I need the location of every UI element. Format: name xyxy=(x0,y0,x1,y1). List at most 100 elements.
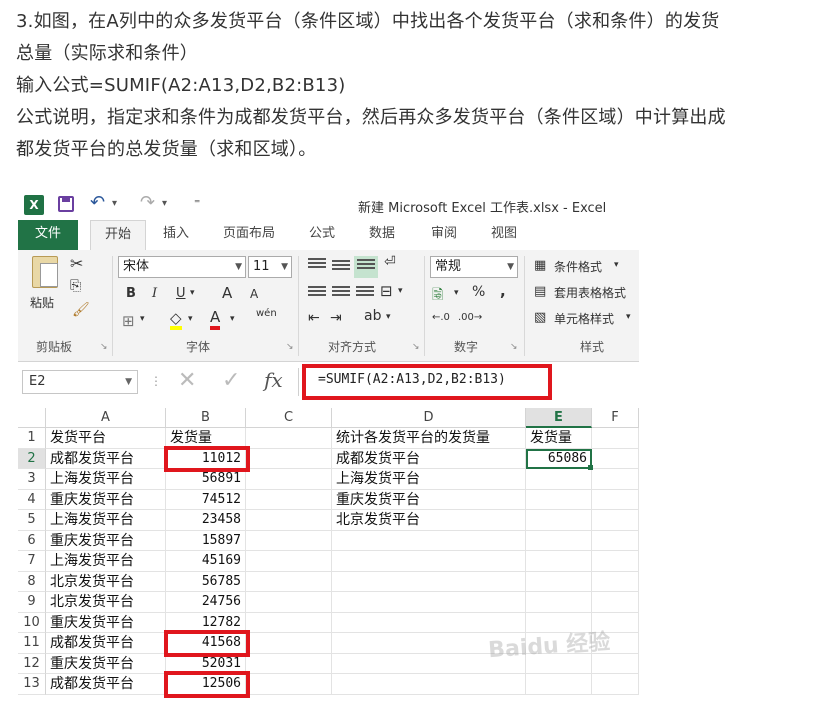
cell-c8[interactable] xyxy=(246,571,332,592)
tab-page-layout[interactable]: 页面布局 xyxy=(214,220,284,250)
cell-a5[interactable]: 上海发货平台 xyxy=(46,510,166,531)
cell-d6[interactable] xyxy=(332,530,526,551)
cell-a13[interactable]: 成都发货平台 xyxy=(46,674,166,695)
column-header-c[interactable]: C xyxy=(246,408,332,428)
cell-e9[interactable] xyxy=(526,592,592,613)
chevron-down-icon[interactable]: ▾ xyxy=(190,288,195,298)
cell-d8[interactable] xyxy=(332,571,526,592)
cell-f1[interactable] xyxy=(592,428,639,449)
cell-a9[interactable]: 北京发货平台 xyxy=(46,592,166,613)
cell-a4[interactable]: 重庆发货平台 xyxy=(46,489,166,510)
phonetic-icon[interactable]: wén xyxy=(256,308,277,319)
font-name-select[interactable]: 宋体 ▼ xyxy=(118,256,246,278)
cell-e13[interactable] xyxy=(526,674,592,695)
row-header[interactable]: 1 xyxy=(18,428,46,449)
chevron-down-icon[interactable]: ▾ xyxy=(230,314,235,324)
cell-e5[interactable] xyxy=(526,510,592,531)
row-header[interactable]: 2 xyxy=(18,448,46,469)
tab-home[interactable]: 开始 xyxy=(90,220,146,250)
cell-c7[interactable] xyxy=(246,551,332,572)
tab-review[interactable]: 审阅 xyxy=(422,220,466,250)
cell-d7[interactable] xyxy=(332,551,526,572)
align-left-icon[interactable] xyxy=(308,286,326,300)
paste-button[interactable]: 粘贴 xyxy=(30,294,54,311)
number-launcher-icon[interactable]: ↘ xyxy=(510,342,518,352)
cancel-icon[interactable]: ✕ xyxy=(178,368,196,393)
cell-a1[interactable]: 发货平台 xyxy=(46,428,166,449)
chevron-down-icon[interactable]: ▾ xyxy=(626,312,631,322)
cell-a3[interactable]: 上海发货平台 xyxy=(46,469,166,490)
tab-formulas[interactable]: 公式 xyxy=(300,220,344,250)
redo-dropdown-icon[interactable]: ▾ xyxy=(162,198,167,209)
cell-b6[interactable]: 15897 xyxy=(166,530,246,551)
cell-d5[interactable]: 北京发货平台 xyxy=(332,510,526,531)
cell-f4[interactable] xyxy=(592,489,639,510)
row-header[interactable]: 6 xyxy=(18,530,46,551)
cell-c11[interactable] xyxy=(246,633,332,654)
column-header-b[interactable]: B xyxy=(166,408,246,428)
paste-icon[interactable] xyxy=(32,256,58,288)
cell-c3[interactable] xyxy=(246,469,332,490)
chevron-down-icon[interactable]: ▾ xyxy=(140,314,145,324)
align-bottom-icon[interactable] xyxy=(354,256,378,278)
cell-c13[interactable] xyxy=(246,674,332,695)
cell-styles-button[interactable]: 单元格样式 xyxy=(554,310,614,327)
cell-e7[interactable] xyxy=(526,551,592,572)
row-header[interactable]: 3 xyxy=(18,469,46,490)
cell-f5[interactable] xyxy=(592,510,639,531)
cell-d1[interactable]: 统计各发货平台的发货量 xyxy=(332,428,526,449)
cell-d2[interactable]: 成都发货平台 xyxy=(332,448,526,469)
chevron-down-icon[interactable]: ▾ xyxy=(398,286,403,296)
column-header-e[interactable]: E xyxy=(526,408,592,428)
cell-styles-icon[interactable]: ▧ xyxy=(534,310,546,325)
percent-style-button[interactable]: % xyxy=(472,284,485,300)
cell-d13[interactable] xyxy=(332,674,526,695)
comma-style-button[interactable]: , xyxy=(500,282,506,300)
tab-file[interactable]: 文件 xyxy=(18,220,78,250)
conditional-format-button[interactable]: 条件格式 xyxy=(554,258,602,275)
cell-d9[interactable] xyxy=(332,592,526,613)
row-header[interactable]: 8 xyxy=(18,571,46,592)
grow-font-button[interactable]: A xyxy=(222,284,232,302)
cell-a10[interactable]: 重庆发货平台 xyxy=(46,612,166,633)
cell-a8[interactable]: 北京发货平台 xyxy=(46,571,166,592)
cell-d10[interactable] xyxy=(332,612,526,633)
orientation-icon[interactable]: ab xyxy=(364,308,381,324)
undo-dropdown-icon[interactable]: ▾ xyxy=(112,198,117,209)
insert-function-button[interactable]: fx xyxy=(264,368,283,392)
cell-c10[interactable] xyxy=(246,612,332,633)
cell-a7[interactable]: 上海发货平台 xyxy=(46,551,166,572)
cell-f7[interactable] xyxy=(592,551,639,572)
tab-insert[interactable]: 插入 xyxy=(154,220,198,250)
cell-b9[interactable]: 24756 xyxy=(166,592,246,613)
format-table-icon[interactable]: ▤ xyxy=(534,284,546,299)
increase-decimal-icon[interactable]: ←.0 xyxy=(432,312,450,323)
font-color-icon[interactable]: A xyxy=(210,308,221,330)
bold-button[interactable]: B xyxy=(126,286,136,301)
cell-d4[interactable]: 重庆发货平台 xyxy=(332,489,526,510)
cell-c4[interactable] xyxy=(246,489,332,510)
cell-a12[interactable]: 重庆发货平台 xyxy=(46,653,166,674)
redo-icon[interactable]: ↷ xyxy=(140,192,155,213)
cell-e1[interactable]: 发货量 xyxy=(526,428,592,449)
merge-center-icon[interactable]: ⊟ xyxy=(380,282,393,300)
cell-d3[interactable]: 上海发货平台 xyxy=(332,469,526,490)
cut-icon[interactable]: ✂ xyxy=(70,254,83,273)
cell-e3[interactable] xyxy=(526,469,592,490)
row-header[interactable]: 7 xyxy=(18,551,46,572)
cell-c6[interactable] xyxy=(246,530,332,551)
font-size-select[interactable]: 11 ▼ xyxy=(248,256,292,278)
cell-b8[interactable]: 56785 xyxy=(166,571,246,592)
cell-c9[interactable] xyxy=(246,592,332,613)
clipboard-launcher-icon[interactable]: ↘ xyxy=(100,342,108,352)
align-right-icon[interactable] xyxy=(356,286,374,300)
check-icon[interactable]: ✓ xyxy=(222,368,240,393)
row-header[interactable]: 4 xyxy=(18,489,46,510)
cell-f12[interactable] xyxy=(592,653,639,674)
cell-a2[interactable]: 成都发货平台 xyxy=(46,448,166,469)
chevron-down-icon[interactable]: ▾ xyxy=(454,288,459,298)
name-box[interactable]: E2 ▼ xyxy=(22,370,138,394)
cell-f13[interactable] xyxy=(592,674,639,695)
cell-c5[interactable] xyxy=(246,510,332,531)
alignment-launcher-icon[interactable]: ↘ xyxy=(412,342,420,352)
